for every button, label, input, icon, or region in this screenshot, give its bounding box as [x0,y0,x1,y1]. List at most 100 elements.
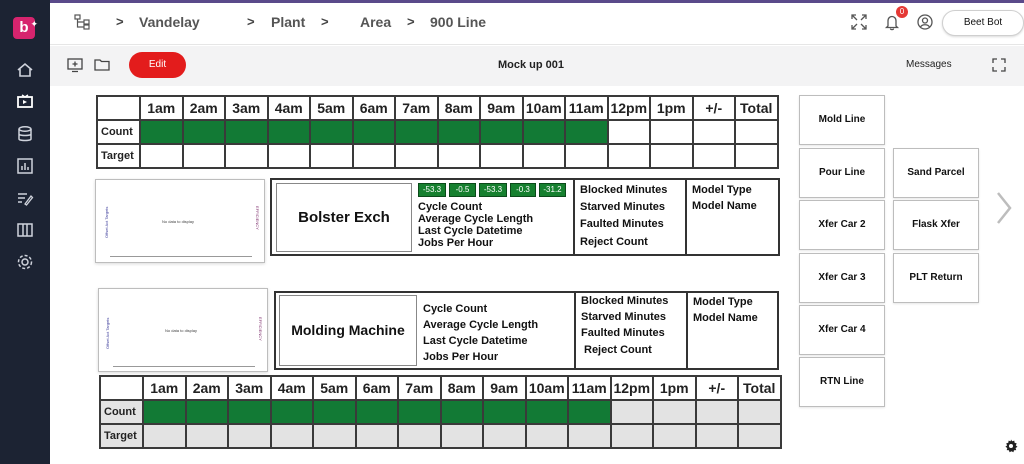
target-cell [397,423,442,449]
breadcrumb-separator: > [247,14,255,29]
folder-icon[interactable] [93,56,111,74]
target-cell [649,143,694,169]
home-icon[interactable] [15,60,35,80]
database-icon[interactable] [15,124,35,144]
hour-header: 4am [266,95,311,121]
hour-header: 10am [524,375,569,401]
nav-flask-xfer[interactable]: Flask Xfer [893,200,979,250]
hourly-table-bottom: 1am 2am 3am 4am 5am 6am 7am 8am 9am 10am… [99,375,782,449]
hour-header: 1pm [649,95,694,121]
breadcrumb-900-line[interactable]: 900 Line [430,14,486,30]
hour-header: 7am [394,95,439,121]
breadcrumb-plant[interactable]: Plant [271,14,305,30]
count-row: Count [96,119,779,145]
nav-xfer-car-4[interactable]: Xfer Car 4 [799,305,885,355]
tv-display-icon[interactable] [15,92,35,112]
settings-gear-icon[interactable] [15,252,35,272]
count-cell [649,119,694,145]
messages-link[interactable]: Messages [906,59,952,70]
metric-chip: -53.3 [479,183,507,197]
nav-sand-parcel[interactable]: Sand Parcel [893,148,979,198]
chart-y-right-label: EFFICIENCY [258,317,263,341]
target-cell [564,143,609,169]
fullscreen-icon[interactable] [850,13,868,31]
machine-model-column: Model Type Model Name [686,293,777,368]
nav-xfer-car-2[interactable]: Xfer Car 2 [799,200,885,250]
hour-header: 6am [354,375,399,401]
hour-header: 10am [521,95,566,121]
count-cell [691,119,736,145]
target-cell [224,143,269,169]
hour-header: 9am [479,95,524,121]
target-cell [609,423,654,449]
hour-header: 5am [309,95,354,121]
beet-bot-button[interactable]: Beet Bot [942,10,1024,36]
machine-metrics: Cycle Count Average Cycle Length Last Cy… [423,301,538,365]
target-row: Target [96,143,779,169]
expand-icon[interactable] [992,58,1006,72]
target-cell [524,423,569,449]
nav-plt-return[interactable]: PLT Return [893,253,979,303]
chart-y-right-label: EFFICIENCY [255,206,260,230]
target-cell [436,143,481,169]
nav-xfer-car-3[interactable]: Xfer Car 3 [799,253,885,303]
machine-name: Molding Machine [279,295,417,366]
table-header-row: 1am 2am 3am 4am 5am 6am 7am 8am 9am 10am… [99,375,782,401]
target-cell [142,423,187,449]
hour-header: 9am [482,375,527,401]
count-cell [521,119,566,145]
stat-label: Faulted Minutes [581,327,665,339]
target-cell [606,143,651,169]
stat-label: Reject Count [580,236,648,248]
settings-icon[interactable] [1004,439,1018,453]
nav-rtn-line[interactable]: RTN Line [799,357,885,407]
target-cell [439,423,484,449]
hour-header: 3am [224,95,269,121]
breadcrumb-vandelay[interactable]: Vandelay [139,14,200,30]
chart-no-data-text: No data to display [165,328,198,333]
nav-mold-line[interactable]: Mold Line [799,95,885,145]
count-cell [184,399,229,425]
metric-chip: -53.3 [418,183,446,197]
count-cell [436,119,481,145]
hour-header: 4am [269,375,314,401]
app-logo-icon[interactable]: b ✦ [13,17,38,39]
hierarchy-tree-icon[interactable] [74,14,90,30]
nav-pour-line[interactable]: Pour Line [799,148,885,198]
breadcrumb-area[interactable]: Area [360,14,391,30]
count-cell [606,119,651,145]
breadcrumb-separator: > [116,14,124,29]
stat-label: Starved Minutes [581,311,666,323]
count-cell [564,119,609,145]
edit-button[interactable]: Edit [129,52,186,78]
count-cell [309,119,354,145]
chevron-right-icon[interactable] [994,190,1014,226]
chart-icon[interactable] [15,156,35,176]
header-corner-cell [96,95,141,121]
metric-chip: -0.3 [510,183,536,197]
hour-header: 8am [439,375,484,401]
stat-label: Blocked Minutes [580,184,668,196]
count-cell [652,399,697,425]
metric-label: Last Cycle Datetime [418,225,523,237]
hour-header: 2am [181,95,226,121]
target-cell [184,423,229,449]
target-cell [694,423,739,449]
hour-header: Total [737,375,782,401]
user-account-icon[interactable] [916,13,934,31]
machine-panel-molding: Molding Machine Cycle Count Average Cycl… [274,291,779,370]
add-display-icon[interactable] [66,56,84,74]
hour-header: 12pm [606,95,651,121]
columns-icon[interactable] [15,220,35,240]
count-cell [351,119,396,145]
target-cell [351,143,396,169]
machine-name: Bolster Exch [276,183,412,252]
count-cell [397,399,442,425]
stat-label: Reject Count [584,344,652,356]
count-cell [224,119,269,145]
machine-panel-bolster: Bolster Exch -53.3 -0.5 -53.3 -0.3 -31.2… [270,178,780,256]
edit-list-icon[interactable] [15,188,35,208]
count-cell [181,119,226,145]
hour-header: 1am [139,95,184,121]
metric-label: Last Cycle Datetime [423,335,528,347]
